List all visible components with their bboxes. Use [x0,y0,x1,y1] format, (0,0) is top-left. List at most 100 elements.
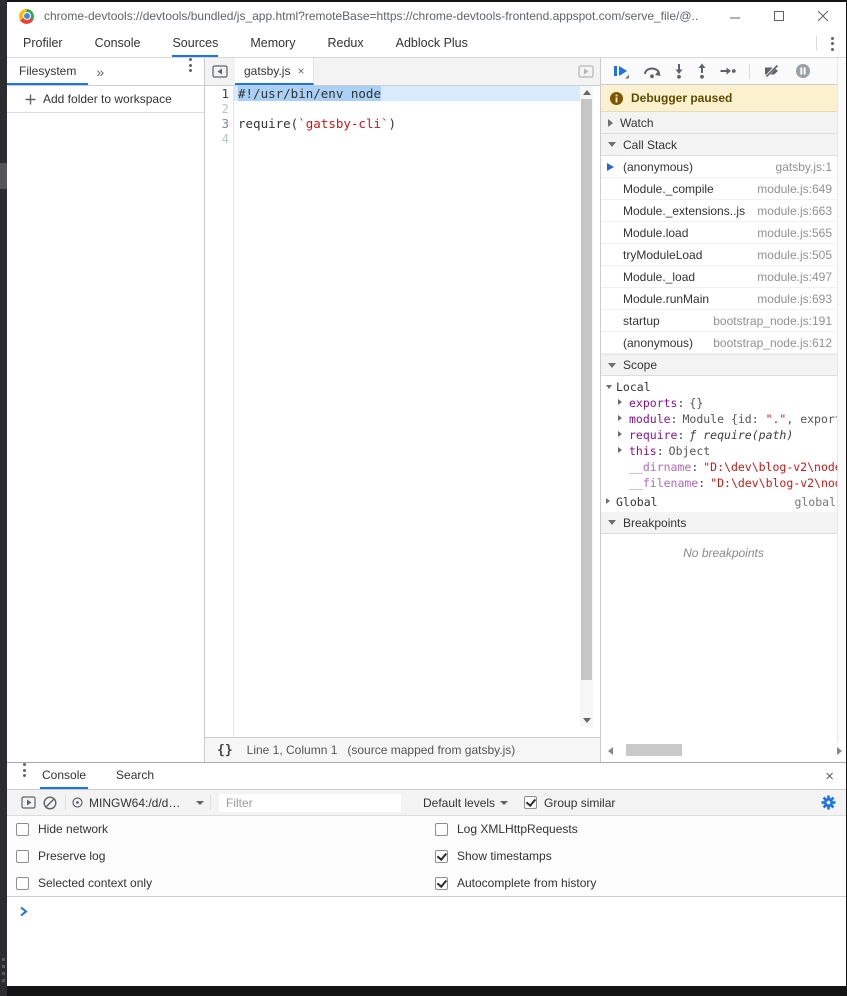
log-levels-dropdown[interactable]: Default levels [423,796,508,810]
scroll-up-icon[interactable] [583,90,591,95]
pause-on-exceptions-button[interactable] [795,63,811,79]
call-stack-label: Call Stack [623,138,677,152]
scope-entry-module[interactable]: module:Module {id: ".", exports: [601,411,846,427]
scope-section-header[interactable]: Scope [601,354,846,376]
drawer-tab-search[interactable]: Search [114,763,156,789]
step-out-button[interactable] [697,63,707,79]
selected-context-checkbox[interactable] [16,877,29,890]
no-breakpoints-message: No breakpoints [601,546,846,560]
call-stack-frame[interactable]: Module._compilemodule.js:649 [601,178,846,200]
setting-autocomplete-history[interactable]: Autocomplete from history [426,870,846,897]
scope-local-row[interactable]: Local [601,379,846,395]
setting-preserve-log[interactable]: Preserve log [7,843,426,870]
drawer-tab-console[interactable]: Console [40,763,88,789]
group-similar-checkbox[interactable] [524,796,537,809]
panel-horizontal-scrollbar[interactable] [602,742,846,759]
tab-console[interactable]: Console [95,30,141,57]
console-prompt[interactable] [7,897,846,917]
preserve-log-checkbox[interactable] [16,850,29,863]
pretty-print-icon[interactable]: {} [217,743,233,758]
tab-close-icon[interactable]: × [297,65,304,77]
code-line-2[interactable]: 2 [205,101,600,116]
setting-hide-network[interactable]: Hide network [7,816,426,843]
scope-global-row[interactable]: Global global [601,491,846,512]
tab-profiler[interactable]: Profiler [23,30,63,57]
step-into-button[interactable] [674,63,684,79]
editor-tab-gatsby-js[interactable]: gatsby.js × [235,58,314,85]
add-folder-button[interactable]: Add folder to workspace [7,86,204,113]
call-stack-frame[interactable]: tryModuleLoadmodule.js:505 [601,244,846,266]
scroll-left-icon[interactable] [608,747,613,755]
expanded-arrow-icon [608,363,616,368]
step-button[interactable] [720,63,736,79]
deactivate-breakpoints-button[interactable] [763,63,782,79]
close-button[interactable] [808,5,838,27]
editor-vertical-scrollbar[interactable] [580,86,593,727]
maximize-button[interactable] [764,5,794,27]
call-stack-frame[interactable]: (anonymous)bootstrap_node.js:612 [601,332,846,354]
tab-memory[interactable]: Memory [250,30,295,57]
code-line-3[interactable]: 3 require(`gatsby-cli`) [205,116,600,131]
scrollbar-thumb[interactable] [581,99,592,680]
console-prompt-chevron-icon [19,906,28,917]
hide-network-checkbox[interactable] [16,823,29,836]
watch-section-header[interactable]: Watch [601,112,846,134]
call-stack-frame[interactable]: Module.loadmodule.js:565 [601,222,846,244]
minimize-button[interactable] [720,5,750,27]
tab-adblock-plus[interactable]: Adblock Plus [396,30,468,57]
drawer-menu-kebab-icon[interactable] [7,763,40,789]
step-over-button[interactable] [643,63,661,79]
scrollbar-thumb[interactable] [626,744,682,756]
group-similar-toggle[interactable]: Group similar [524,796,615,810]
log-xhr-checkbox[interactable] [435,823,448,836]
console-settings-button[interactable] [821,795,836,810]
scope-entry-require[interactable]: require:ƒ require(path) [601,427,846,443]
scope-entry-exports[interactable]: exports:{} [601,395,846,411]
filter-input[interactable] [219,794,401,812]
console-context-selector[interactable]: MINGW64:/d/de... [72,796,204,810]
tab-redux[interactable]: Redux [327,30,363,57]
call-stack-frame[interactable]: Module._loadmodule.js:497 [601,266,846,288]
edge-dots [2,958,5,986]
call-stack-frame[interactable]: Module.runMainmodule.js:693 [601,288,846,310]
scroll-right-icon[interactable] [837,747,842,755]
clear-console-button[interactable] [39,793,61,813]
show-right-panel-icon[interactable] [578,65,594,78]
scope-entry-dirname[interactable]: __dirname:"D:\dev\blog-v2\node_mo [601,459,846,475]
more-tabs-icon[interactable]: » [88,58,112,85]
add-folder-label: Add folder to workspace [43,92,172,106]
debugger-paused-banner: Debugger paused [601,85,846,112]
code-line-4[interactable]: 4 [205,131,600,146]
setting-log-xmlhttprequests[interactable]: Log XMLHttpRequests [426,816,846,843]
drawer-close-icon[interactable]: × [825,768,834,785]
autocomplete-history-checkbox[interactable] [435,877,448,890]
title-bar: chrome-devtools://devtools/bundled/js_ap… [7,2,846,30]
show-console-sidebar-button[interactable] [17,793,39,813]
panel-vertical-scrollbar[interactable] [837,58,846,742]
call-stack-frame[interactable]: Module._extensions..jsmodule.js:663 [601,200,846,222]
main-menu-kebab-icon[interactable] [829,37,846,51]
scope-entry-this[interactable]: this:Object [601,443,846,459]
edge-scrollbar-thumb[interactable] [0,163,7,189]
call-stack-section-header[interactable]: Call Stack [601,134,846,156]
call-stack-frame[interactable]: (anonymous)gatsby.js:1 [601,156,846,178]
show-timestamps-checkbox[interactable] [435,850,448,863]
watch-label: Watch [620,116,654,130]
hide-navigator-button[interactable] [205,58,235,85]
drawer-tab-bar: Console Search × [7,763,846,790]
breakpoints-section-header[interactable]: Breakpoints [601,512,846,534]
navigator-menu-kebab-icon[interactable] [187,58,204,85]
tab-sources[interactable]: Sources [172,30,218,57]
scope-entry-filename[interactable]: __filename:"D:\dev\blog-v2\node_n [601,475,846,491]
setting-selected-context-only[interactable]: Selected context only [7,870,426,897]
code-editor[interactable]: 1 #!/usr/bin/env node 2 3 require(`gatsb… [205,86,600,739]
resume-script-button[interactable] [613,63,630,79]
tab-filesystem[interactable]: Filesystem [7,58,88,85]
setting-show-timestamps[interactable]: Show timestamps [426,843,846,870]
console-settings-pane: Hide network Log XMLHttpRequests Preserv… [7,816,846,897]
main-tab-bar: Profiler Console Sources Memory Redux Ad… [7,30,846,58]
scroll-down-icon[interactable] [583,718,591,723]
call-stack-list: (anonymous)gatsby.js:1 Module._compilemo… [601,156,846,354]
code-line-1[interactable]: 1 #!/usr/bin/env node [205,86,600,101]
call-stack-frame[interactable]: startupbootstrap_node.js:191 [601,310,846,332]
